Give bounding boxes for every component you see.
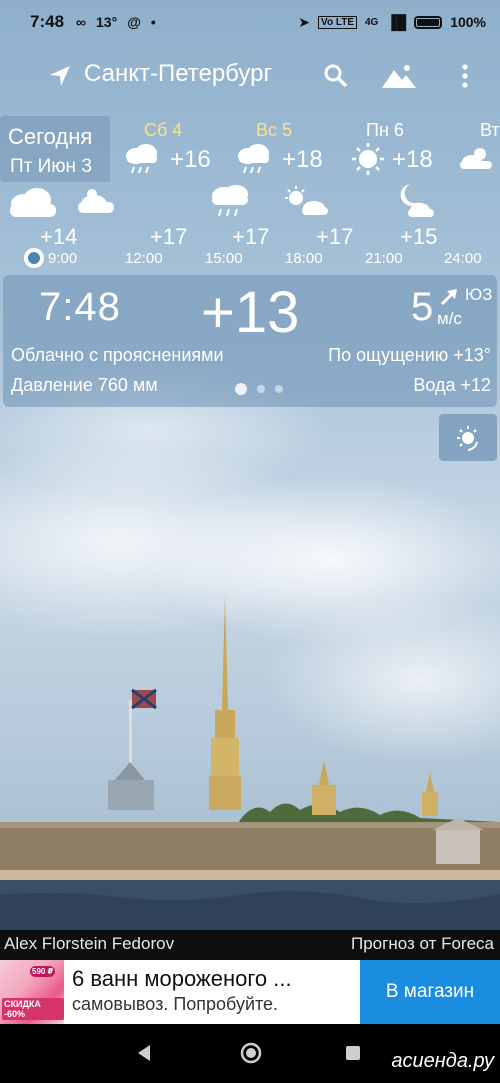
cloud-sun-icon bbox=[460, 148, 492, 169]
today-date: Пт Июн 3 bbox=[10, 156, 92, 177]
today-label: Сегодня bbox=[8, 124, 93, 149]
day-item[interactable]: Вс 5 +18 bbox=[224, 114, 336, 182]
water-temp: Вода +12 bbox=[413, 375, 491, 395]
sun-icon bbox=[352, 143, 384, 175]
city-name[interactable]: Санкт-Петербург bbox=[84, 60, 272, 88]
partly-cloudy-icon bbox=[78, 189, 114, 213]
daily-forecast: Сегодня Пт Июн 3 Сб 4 +16 Вс 5 +18 Пн 6 bbox=[0, 114, 500, 182]
link-icon: ∞ bbox=[76, 14, 87, 30]
cloud-icon bbox=[10, 188, 56, 217]
volte-icon: Vo LTE bbox=[318, 15, 357, 29]
pressure: Давление 760 мм bbox=[11, 375, 158, 395]
search-icon[interactable] bbox=[322, 62, 350, 90]
rain-cloud-icon bbox=[212, 185, 248, 217]
current-time: 7:48 bbox=[39, 285, 121, 329]
day-name: Пн 6 bbox=[366, 120, 404, 140]
app-header: Санкт-Петербург bbox=[0, 48, 500, 104]
photo-author[interactable]: Alex Florstein Fedorov bbox=[4, 934, 174, 954]
status-right: ➤ Vo LTE 4G ▐█ 100% bbox=[298, 14, 486, 31]
day-temp: +18 bbox=[282, 146, 323, 173]
feels-like: По ощущению +13° bbox=[328, 345, 491, 365]
at-icon: @ bbox=[127, 14, 141, 30]
day-name: Сб 4 bbox=[144, 120, 183, 140]
ad-banner[interactable]: 590 ₽ СКИДКА -60% 6 ванн мороженого ... … bbox=[0, 960, 500, 1024]
page-dot bbox=[257, 385, 265, 393]
wind-direction: ЮЗ bbox=[465, 285, 493, 304]
day-item[interactable]: Пн 6 +18 bbox=[336, 114, 448, 182]
page-dot-active bbox=[235, 383, 247, 395]
partly-cloudy-icon bbox=[285, 186, 328, 215]
system-nav-bar: асиенда.ру bbox=[0, 1024, 500, 1083]
moon-cloud-icon bbox=[400, 184, 434, 217]
watermark: асиенда.ру bbox=[391, 1050, 494, 1072]
status-temp: 13° bbox=[96, 14, 118, 30]
hour-temp: +17 bbox=[232, 224, 270, 249]
hour-time: 21:00 bbox=[365, 250, 403, 267]
hourly-forecast: +14 +17 +17 +17 +15 9:00 12:00 15:00 18:… bbox=[0, 182, 500, 274]
photo-credits-bar: Alex Florstein Fedorov Прогноз от Foreca bbox=[0, 930, 500, 960]
status-bar: 7:48 ∞ 13° @ • ➤ Vo LTE 4G ▐█ 100% bbox=[0, 0, 500, 44]
location-arrow-icon[interactable] bbox=[48, 64, 72, 88]
ad-cta-button[interactable]: В магазин bbox=[360, 960, 500, 1024]
day-item[interactable]: Вт bbox=[448, 114, 500, 182]
day-temp: +16 bbox=[170, 146, 211, 173]
current-hour-indicator bbox=[24, 248, 44, 268]
ad-price-badge: 590 ₽ bbox=[30, 966, 56, 977]
wind-unit: м/с bbox=[437, 309, 462, 328]
recent-apps-icon[interactable] bbox=[346, 1046, 360, 1060]
location-status-icon: ➤ bbox=[298, 13, 311, 30]
rain-cloud-icon bbox=[238, 144, 269, 174]
hour-time: 18:00 bbox=[285, 250, 323, 267]
forecast-provider[interactable]: Прогноз от Foreca bbox=[351, 934, 494, 954]
hour-time: 12:00 bbox=[125, 250, 163, 267]
wind-speed: 5 bbox=[411, 285, 434, 329]
current-conditions-panel[interactable]: 7:48 +13 5 ЮЗ м/с Облачно с прояснениями… bbox=[3, 275, 497, 407]
ad-text[interactable]: самовывоз. Попробуйте. bbox=[72, 994, 278, 1015]
day-today[interactable]: Сегодня Пт Июн 3 bbox=[0, 116, 110, 182]
ad-image[interactable]: 590 ₽ СКИДКА -60% bbox=[0, 960, 64, 1024]
sun-moon-button[interactable] bbox=[439, 414, 497, 461]
battery-icon bbox=[414, 15, 443, 29]
sun-moon-icon bbox=[457, 426, 478, 451]
hour-time: 24:00 bbox=[444, 250, 482, 267]
day-name: Вт bbox=[480, 120, 500, 140]
day-item[interactable]: Сб 4 +16 bbox=[112, 114, 224, 182]
hour-time: 9:00 bbox=[48, 250, 78, 267]
rain-cloud-icon bbox=[126, 144, 157, 174]
day-temp: +18 bbox=[392, 146, 433, 173]
page-indicator bbox=[235, 383, 283, 395]
page-dot bbox=[275, 385, 283, 393]
dot-icon: • bbox=[150, 14, 156, 30]
battery-level: 100% bbox=[450, 14, 486, 30]
wind-direction-arrow-icon bbox=[440, 289, 457, 306]
ad-title[interactable]: 6 ванн мороженого ... bbox=[72, 966, 292, 992]
hour-temp: +17 bbox=[150, 224, 188, 249]
more-vert-icon[interactable] bbox=[458, 62, 472, 90]
home-icon[interactable] bbox=[240, 1042, 262, 1064]
day-name: Вс 5 bbox=[256, 120, 293, 140]
photo-mountain-icon[interactable] bbox=[380, 62, 418, 90]
back-icon[interactable] bbox=[136, 1044, 152, 1062]
current-temp: +13 bbox=[201, 280, 300, 345]
weather-description: Облачно с прояснениями bbox=[11, 345, 224, 365]
hour-temp: +15 bbox=[400, 224, 438, 249]
ad-sale-badge: СКИДКА -60% bbox=[2, 998, 64, 1020]
hour-time: 15:00 bbox=[205, 250, 243, 267]
network-type: 4G bbox=[365, 16, 379, 28]
hour-temp: +17 bbox=[316, 224, 354, 249]
hour-temp: +14 bbox=[40, 224, 78, 249]
signal-icon: ▐█ bbox=[386, 14, 407, 30]
status-time: 7:48 bbox=[30, 12, 65, 31]
